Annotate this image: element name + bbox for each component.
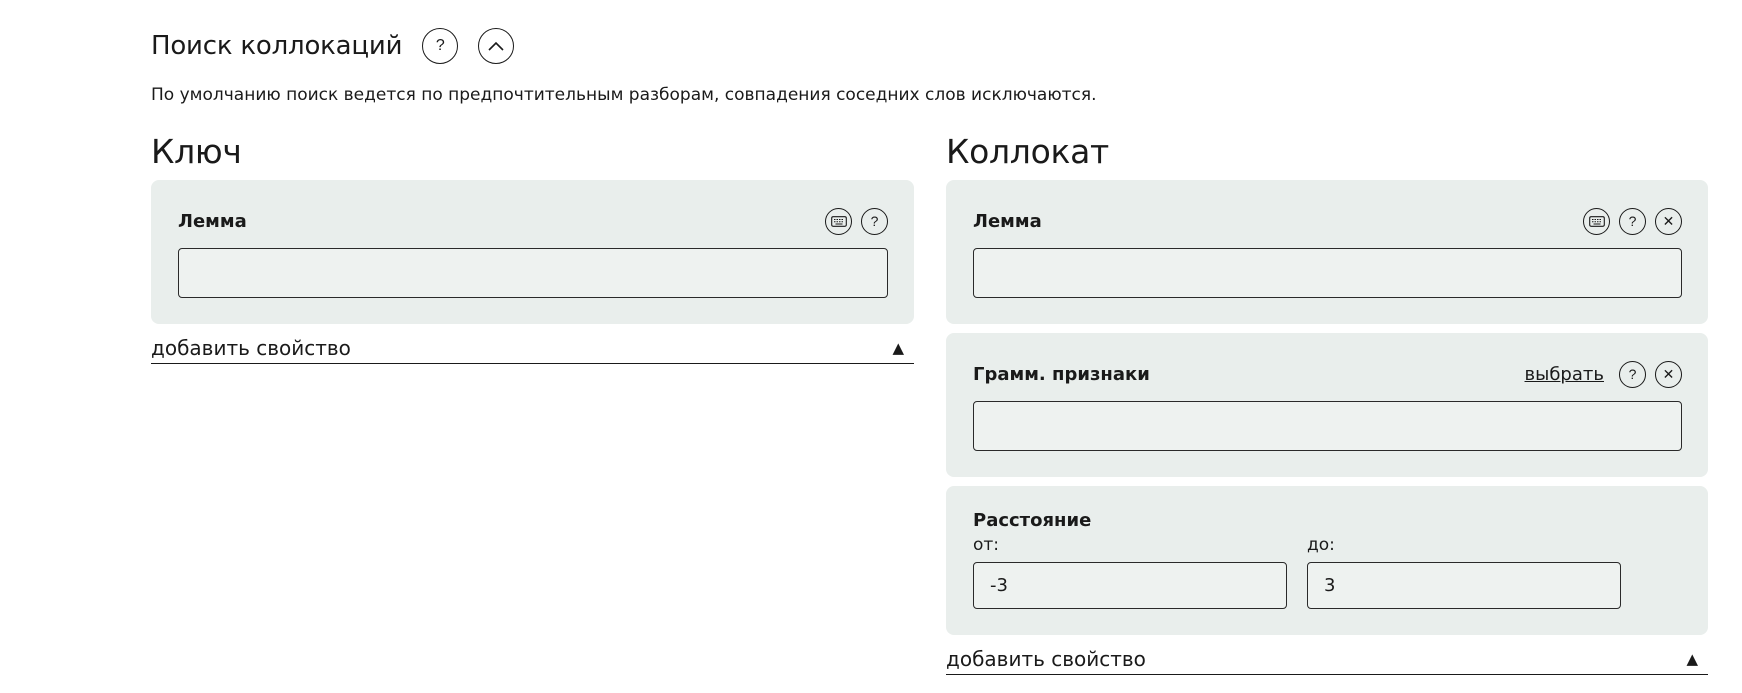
page-title: Поиск коллокаций bbox=[151, 31, 403, 61]
key-column: Ключ Лемма ? добавить свойство ▲ bbox=[151, 132, 914, 364]
close-icon: ✕ bbox=[1662, 365, 1675, 382]
help-button[interactable]: ? bbox=[1619, 360, 1646, 388]
key-title: Ключ bbox=[151, 132, 242, 171]
question-icon: ? bbox=[435, 37, 445, 54]
keyboard-icon bbox=[1588, 215, 1605, 227]
question-icon: ? bbox=[1628, 213, 1637, 229]
collocate-gram-card: Грамм. признаки выбрать ? ✕ bbox=[946, 333, 1708, 477]
distance-to-label: до: bbox=[1307, 535, 1335, 555]
collocate-lemma-input[interactable] bbox=[973, 248, 1682, 298]
key-lemma-input[interactable] bbox=[178, 248, 888, 298]
question-icon: ? bbox=[1628, 366, 1637, 382]
remove-button[interactable]: ✕ bbox=[1655, 360, 1682, 388]
distance-from-input[interactable] bbox=[973, 562, 1287, 609]
distance-label: Расстояние bbox=[973, 510, 1092, 531]
search-description: По умолчанию поиск ведется по предпочтит… bbox=[151, 85, 1097, 105]
collapse-button[interactable] bbox=[478, 28, 515, 64]
chevron-up-icon bbox=[488, 41, 504, 51]
triangle-up-icon: ▲ bbox=[892, 339, 904, 357]
key-lemma-label: Лемма bbox=[178, 210, 247, 232]
remove-button[interactable]: ✕ bbox=[1655, 207, 1682, 235]
select-link[interactable]: выбрать bbox=[1525, 364, 1604, 385]
distance-to-input[interactable] bbox=[1307, 562, 1621, 609]
triangle-up-icon: ▲ bbox=[1686, 650, 1698, 668]
distance-card: Расстояние от: до: bbox=[946, 486, 1708, 635]
add-property-label: добавить свойство bbox=[946, 647, 1146, 671]
keyboard-button[interactable] bbox=[825, 207, 852, 235]
key-lemma-card: Лемма ? bbox=[151, 180, 914, 324]
page-header: Поиск коллокаций ? bbox=[151, 28, 515, 64]
collocate-lemma-label: Лемма bbox=[973, 210, 1042, 232]
gram-features-label: Грамм. признаки bbox=[973, 363, 1150, 385]
add-property-label: добавить свойство bbox=[151, 336, 351, 360]
collocate-lemma-card: Лемма ? ✕ bbox=[946, 180, 1708, 324]
keyboard-icon bbox=[830, 215, 847, 227]
help-button[interactable]: ? bbox=[861, 207, 888, 235]
key-add-property[interactable]: добавить свойство ▲ bbox=[151, 333, 914, 364]
close-icon: ✕ bbox=[1662, 212, 1675, 229]
collocate-column: Коллокат Лемма ? ✕ Грамм. признаки выбра… bbox=[946, 132, 1708, 675]
question-icon: ? bbox=[870, 213, 879, 229]
help-button[interactable]: ? bbox=[1619, 207, 1646, 235]
collocate-title: Коллокат bbox=[946, 132, 1109, 171]
help-button[interactable]: ? bbox=[422, 28, 459, 64]
gram-features-input[interactable] bbox=[973, 401, 1682, 451]
keyboard-button[interactable] bbox=[1583, 207, 1610, 235]
distance-from-label: от: bbox=[973, 535, 1000, 555]
collocate-add-property[interactable]: добавить свойство ▲ bbox=[946, 644, 1708, 675]
